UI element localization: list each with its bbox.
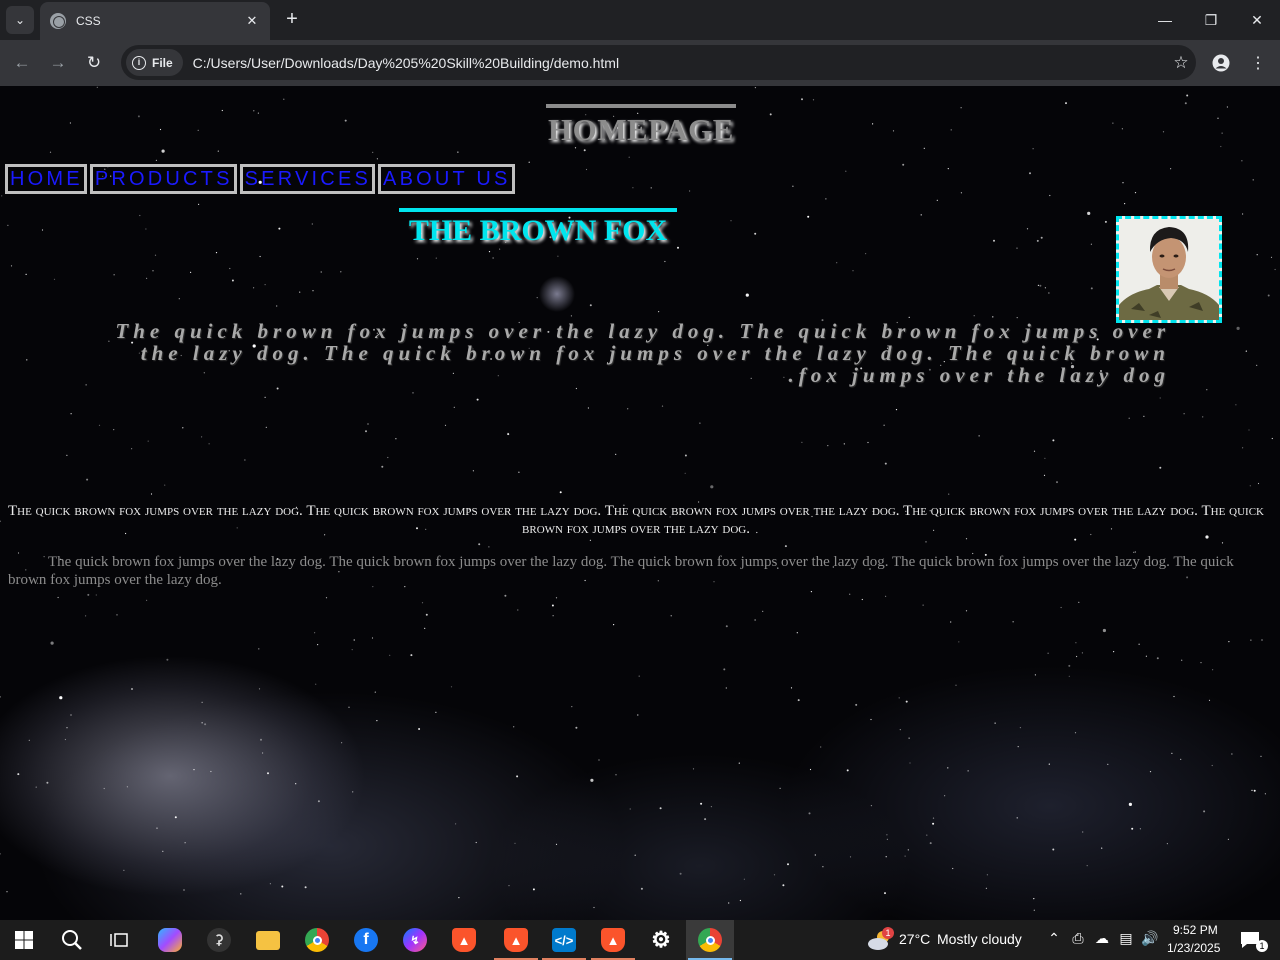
italic-rtl-paragraph: The quick brown fox jumps over the lazy … [115,319,1170,387]
taskbar-chrome-active[interactable] [686,920,734,960]
chevron-down-icon: ⌄ [14,13,26,27]
notification-center-button[interactable]: 1 [1230,920,1270,960]
reload-button[interactable]: ↻ [82,51,106,75]
taskbar-chrome[interactable] [293,920,341,960]
weather-widget[interactable]: 1 [860,920,900,960]
tab-strip: ⌄ CSS ✕ + — ❐ ✕ [0,0,1280,40]
taskbar-brave[interactable]: ▲ [440,920,488,960]
profile-icon[interactable] [1209,51,1233,75]
browser-tab[interactable]: CSS ✕ [40,2,270,40]
weather-temp: 27°C [899,931,931,947]
brave-lion-icon: ▲ [452,928,476,952]
network-icon[interactable]: ▤ [1116,930,1136,947]
browser-toolbar: ← → ↻ i File C:/Users/User/Downloads/Day… [0,40,1280,86]
site-info-chip[interactable]: i File [126,49,183,76]
weather-badge: 1 [882,927,894,939]
menu-kebab-icon[interactable]: ⋮ [1246,51,1270,75]
minimize-button[interactable]: — [1142,0,1188,40]
tab-close-icon[interactable]: ✕ [244,13,260,29]
taskbar-settings[interactable]: ⚙ [637,920,685,960]
tab-search-button[interactable]: ⌄ [6,6,34,34]
new-tab-button[interactable]: + [280,8,304,32]
profile-photo [1116,216,1222,323]
brave-profile-icon: ▲ [601,928,625,952]
clock-date[interactable]: 1/23/2025 [1167,941,1220,955]
chrome-icon [305,928,329,952]
weather-condition: Mostly cloudy [937,931,1022,947]
globe-icon [50,13,66,29]
page-viewport: HOMEPAGE HOME PRODUCTS SERVICES ABOUT US… [0,86,1280,920]
nav-link-services[interactable]: SERVICES [239,164,376,194]
search-icon [62,930,82,950]
address-bar[interactable]: i File C:/Users/User/Downloads/Day%205%2… [121,45,1196,80]
taskbar-copilot[interactable] [146,920,194,960]
tab-title: CSS [76,14,101,28]
onedrive-cloud-icon[interactable]: ☁ [1092,930,1112,947]
windows-logo-icon [15,931,33,949]
taskbar-facebook[interactable]: f [342,920,390,960]
chevron-up-icon[interactable]: ⌃ [1044,930,1064,947]
taskbar-vscode[interactable]: </> [540,920,588,960]
section-heading: THE BROWN FOX [399,208,677,248]
search-button[interactable] [48,920,96,960]
folder-icon [256,930,280,950]
arrow-left-icon: ← [13,53,31,72]
volume-icon[interactable]: 🔊 [1140,930,1160,947]
start-button[interactable] [0,920,48,960]
brave-profile-icon: ▲ [504,928,528,952]
taskbar-messenger[interactable]: ↯ [391,920,439,960]
copilot-icon [158,928,182,952]
info-icon: i [132,55,146,70]
clock-time[interactable]: 9:52 PM [1173,923,1218,937]
close-window-button[interactable]: ✕ [1234,0,1280,40]
homepage-heading: HOMEPAGE [546,104,736,148]
task-view-button[interactable] [96,920,144,960]
nav-link-home[interactable]: HOME [5,164,87,194]
taskbar: ⚳ f ↯ ▲ ▲ </> ▲ ⚙ 1 27°C Mostly cloudy ⌃… [0,920,1280,960]
indented-paragraph: The quick brown fox jumps over the lazy … [8,554,1234,588]
reload-icon: ↻ [86,53,102,72]
facebook-icon: f [354,928,378,952]
taskbar-satellite-app[interactable]: ⚳ [195,920,243,960]
taskbar-brave-profile-1[interactable]: ▲ [492,920,540,960]
restore-button[interactable]: ❐ [1188,0,1234,40]
arrow-right-icon: → [49,53,67,72]
smallcaps-paragraph: The quick brown fox jumps over the lazy … [8,503,1264,537]
messenger-icon: ↯ [403,928,427,952]
main-nav: HOME PRODUCTS SERVICES ABOUT US [5,164,518,194]
taskbar-file-explorer[interactable] [244,920,292,960]
task-view-icon [110,933,128,947]
device-icon[interactable]: ⎙ [1068,930,1088,947]
satellite-dish-icon: ⚳ [207,928,231,952]
site-info-label: File [152,55,173,70]
nav-link-about-us[interactable]: ABOUT US [378,164,515,194]
forward-button[interactable]: → [46,51,70,75]
vscode-icon: </> [552,928,576,952]
notification-count: 1 [1256,940,1268,952]
url-text[interactable]: C:/Users/User/Downloads/Day%205%20Skill%… [193,55,1166,71]
back-button[interactable]: ← [10,51,34,75]
nav-link-products[interactable]: PRODUCTS [89,164,237,194]
chrome-icon [698,928,722,952]
taskbar-brave-profile-2[interactable]: ▲ [589,920,637,960]
bookmark-star-icon[interactable]: ☆ [1166,53,1196,73]
gear-icon: ⚙ [651,927,671,952]
